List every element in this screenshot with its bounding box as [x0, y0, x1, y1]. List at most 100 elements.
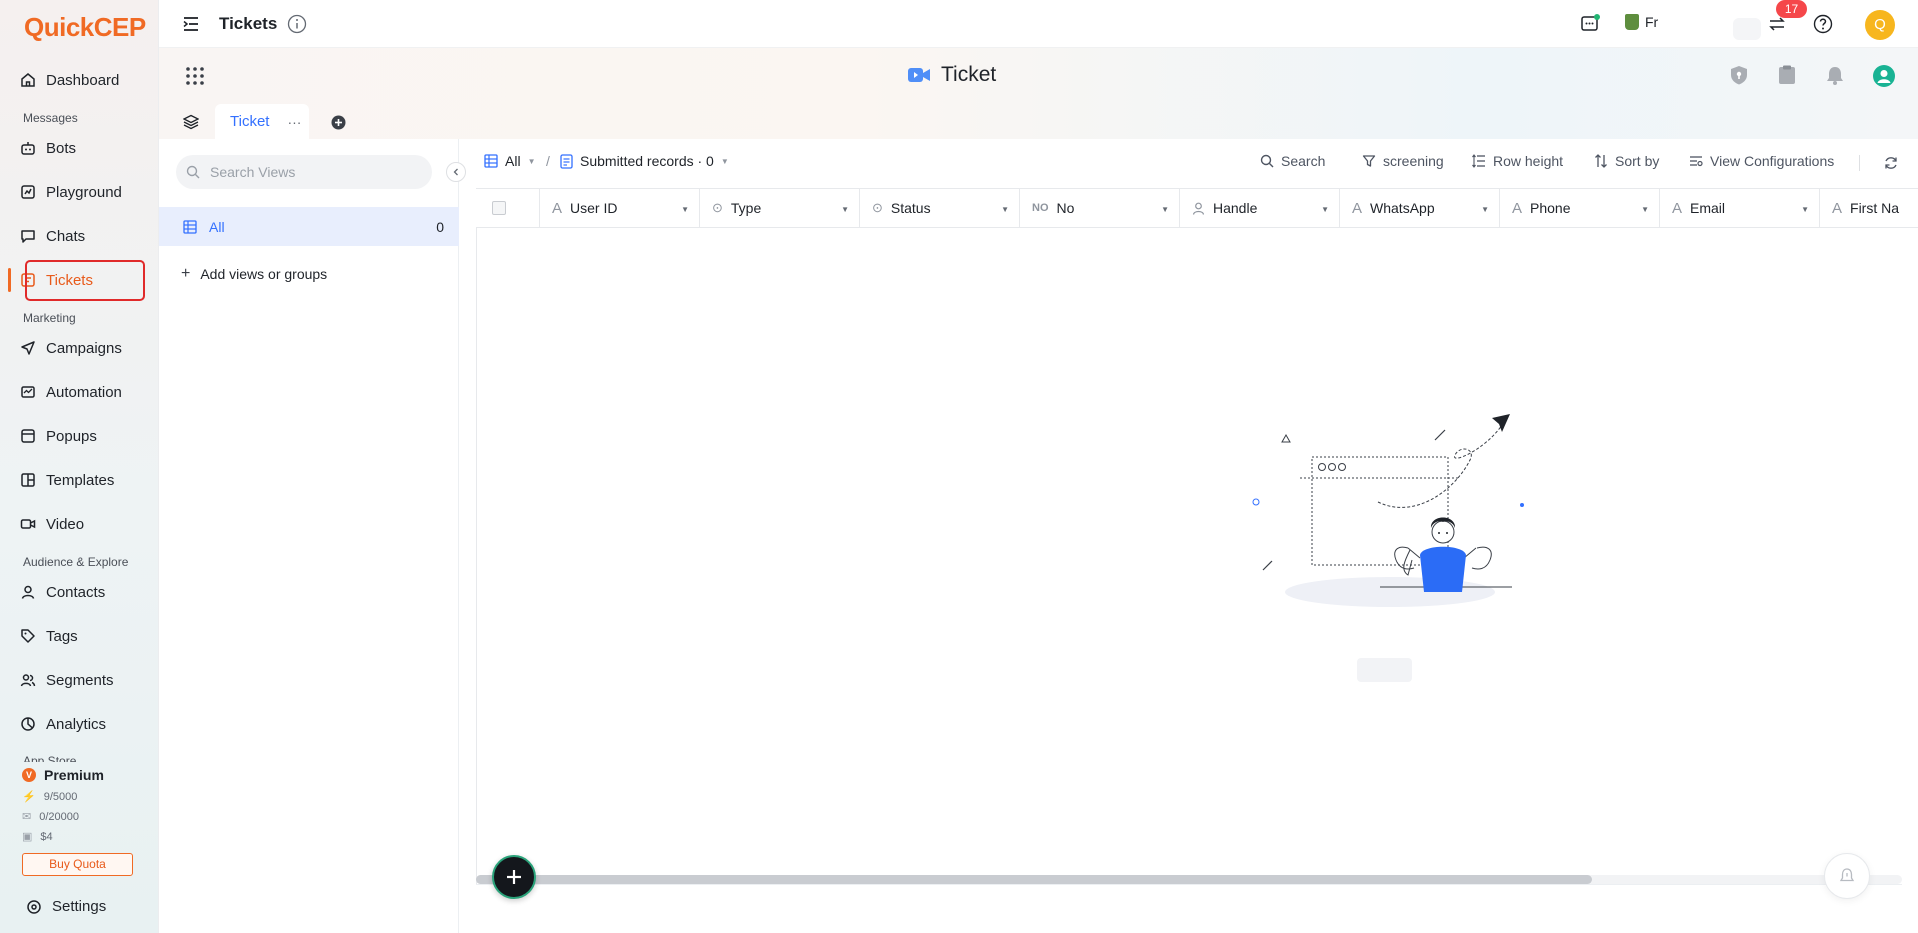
- user-avatar[interactable]: Q: [1865, 10, 1895, 40]
- home-icon: [21, 73, 35, 87]
- sidebar-item-contacts[interactable]: Contacts: [20, 578, 105, 606]
- column-header-no[interactable]: NO No ▼: [1020, 189, 1180, 227]
- sidebar-item-automation[interactable]: Automation: [20, 378, 122, 406]
- column-header-handle[interactable]: Handle ▼: [1180, 189, 1340, 227]
- floating-assistant-button[interactable]: [1824, 853, 1870, 899]
- section-messages: Messages: [23, 111, 78, 125]
- help-icon[interactable]: [1813, 14, 1833, 34]
- search-views-input[interactable]: [210, 164, 410, 180]
- sidebar-item-label: Video: [46, 515, 85, 533]
- view-selector[interactable]: All ▼: [484, 153, 535, 169]
- quota-messages: ⚡ 9/5000: [22, 790, 77, 804]
- records-selector[interactable]: Submitted records · 0 ▼: [560, 153, 729, 169]
- sidebar-item-label: Analytics: [46, 715, 107, 733]
- view-configurations-button[interactable]: View Configurations: [1689, 153, 1834, 169]
- sidebar-item-analytics[interactable]: Analytics: [20, 710, 106, 738]
- add-tab-icon[interactable]: [331, 115, 346, 130]
- shield-icon[interactable]: [1728, 64, 1750, 86]
- text-field-icon: A: [552, 199, 563, 217]
- wallet-icon: ▣: [22, 831, 33, 843]
- bell-icon[interactable]: [1824, 64, 1846, 86]
- sidebar-item-popups[interactable]: Popups: [20, 422, 97, 450]
- layers-icon[interactable]: [183, 114, 199, 130]
- segments-icon: [20, 674, 36, 687]
- column-header-user-id[interactable]: A User ID ▼: [540, 189, 700, 227]
- ticket-title: Ticket: [907, 63, 996, 87]
- quota-emails-value: 0/20000: [39, 810, 79, 823]
- add-record-button[interactable]: [492, 855, 536, 899]
- column-header-whatsapp[interactable]: A WhatsApp ▼: [1340, 189, 1500, 227]
- active-indicator: [8, 268, 11, 292]
- column-header-phone[interactable]: A Phone ▼: [1500, 189, 1660, 227]
- refresh-icon[interactable]: [1883, 155, 1899, 171]
- store-switcher[interactable]: Fr: [1625, 14, 1658, 30]
- sidebar-item-playground[interactable]: Playground: [20, 178, 122, 206]
- add-views-button[interactable]: + Add views or groups: [181, 265, 327, 283]
- sidebar-item-tags[interactable]: Tags: [20, 622, 78, 650]
- empty-state-illustration: [1252, 414, 1524, 607]
- chat-icon: [21, 230, 35, 243]
- caret-down-icon[interactable]: ▼: [681, 205, 689, 214]
- notification-count-badge: 17: [1776, 0, 1807, 18]
- tab-more-icon[interactable]: ···: [287, 114, 301, 130]
- caret-down-icon[interactable]: ▼: [1481, 205, 1489, 214]
- buy-quota-button[interactable]: Buy Quota: [22, 853, 133, 876]
- sidebar-item-bots[interactable]: Bots: [20, 134, 76, 162]
- tab-ticket[interactable]: Ticket ···: [215, 104, 309, 139]
- menu-collapse-icon[interactable]: [181, 14, 201, 34]
- info-icon[interactable]: [287, 14, 307, 34]
- sidebar-item-video[interactable]: Video: [20, 510, 84, 538]
- table-header: A User ID ▼ ⊙ Type ▼ ⊙ Status ▼ NO No ▼ …: [476, 188, 1918, 228]
- caret-down-icon[interactable]: ▼: [1641, 205, 1649, 214]
- single-select-icon: ⊙: [712, 200, 723, 215]
- column-header-type[interactable]: ⊙ Type ▼: [700, 189, 860, 227]
- horizontal-scrollbar[interactable]: [476, 875, 1592, 884]
- column-header-email[interactable]: A Email ▼: [1660, 189, 1820, 227]
- profile-icon[interactable]: [1872, 64, 1896, 88]
- screening-label: screening: [1383, 153, 1444, 169]
- text-field-icon: A: [1512, 199, 1523, 217]
- automation-icon: [21, 386, 35, 398]
- search-button[interactable]: Search: [1260, 153, 1325, 169]
- section-audience: Audience & Explore: [23, 555, 129, 569]
- sidebar-item-chats[interactable]: Chats: [20, 222, 85, 250]
- collapse-panel-button[interactable]: [446, 162, 466, 182]
- view-selector-label: All: [505, 153, 521, 169]
- views-panel: All 0 + Add views or groups: [159, 139, 466, 933]
- caret-down-icon[interactable]: ▼: [1321, 205, 1329, 214]
- search-label: Search: [1281, 153, 1326, 169]
- caret-down-icon[interactable]: ▼: [841, 205, 849, 214]
- form-icon: [560, 153, 573, 169]
- video-icon: [20, 519, 36, 529]
- select-all-checkbox[interactable]: [492, 201, 506, 215]
- table-body: [476, 228, 1918, 884]
- column-header-status[interactable]: ⊙ Status ▼: [860, 189, 1020, 227]
- caret-down-icon[interactable]: ▼: [1161, 205, 1169, 214]
- playground-icon: [21, 185, 35, 199]
- single-select-icon: ⊙: [872, 200, 883, 215]
- view-item-all[interactable]: All 0: [159, 207, 459, 246]
- caret-down-icon[interactable]: ▼: [1001, 205, 1009, 214]
- tab-bar: Ticket ···: [159, 104, 1918, 139]
- tickets-highlight-box: [25, 260, 145, 301]
- message-notification-icon[interactable]: [1580, 14, 1600, 34]
- sidebar-item-label: Bots: [46, 139, 77, 157]
- sidebar-item-templates[interactable]: Templates: [20, 466, 114, 494]
- sort-button[interactable]: Sort by: [1594, 153, 1659, 169]
- app-logo[interactable]: QuickCEP: [24, 12, 146, 44]
- clipboard-icon[interactable]: [1776, 64, 1798, 86]
- settings-link[interactable]: Settings: [26, 898, 106, 915]
- sidebar-item-dashboard[interactable]: Dashboard: [20, 66, 119, 94]
- sidebar-item-segments[interactable]: Segments: [20, 666, 114, 694]
- caret-down-icon[interactable]: ▼: [1801, 205, 1809, 214]
- column-label: First Na: [1850, 200, 1900, 216]
- row-height-button[interactable]: Row height: [1472, 153, 1563, 169]
- apps-grid-icon[interactable]: [185, 66, 205, 86]
- config-icon: [1690, 156, 1703, 167]
- column-label: WhatsApp: [1370, 200, 1435, 216]
- search-views-field[interactable]: [176, 155, 432, 189]
- popup-icon: [21, 429, 35, 443]
- screening-button[interactable]: screening: [1362, 153, 1444, 169]
- column-header-first-name[interactable]: A First Na: [1820, 189, 1918, 227]
- sidebar-item-campaigns[interactable]: Campaigns: [20, 334, 122, 362]
